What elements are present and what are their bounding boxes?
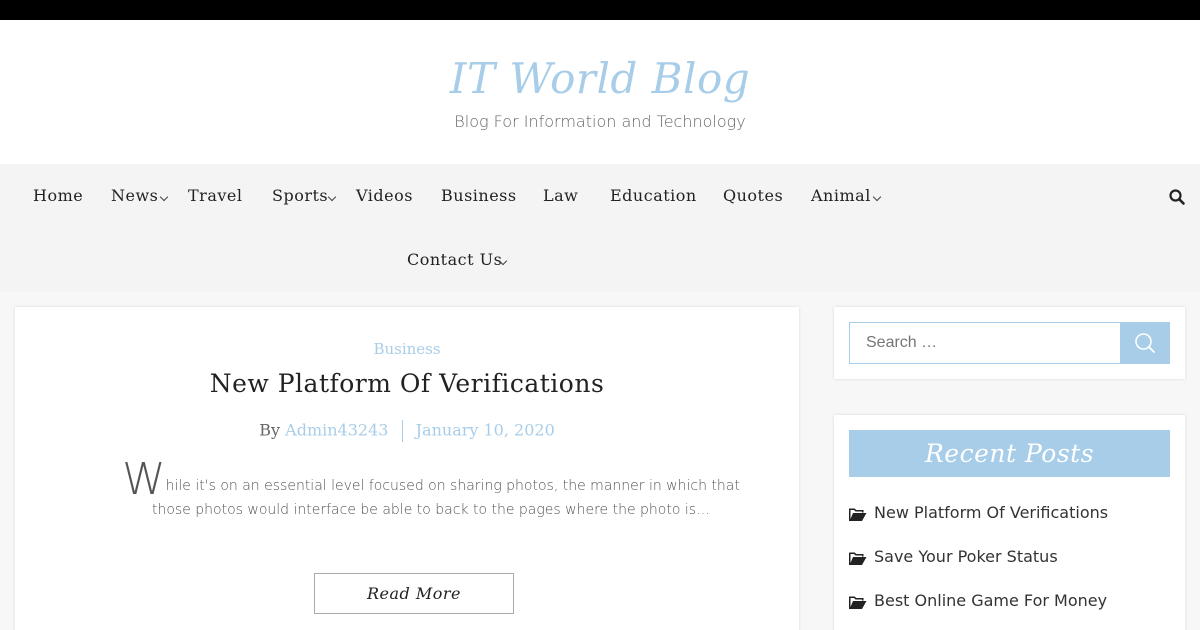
nav-item-animal[interactable]: Animal — [811, 186, 871, 205]
nav-item-sports[interactable]: Sports — [272, 186, 328, 205]
site-header: IT World Blog Blog For Information and T… — [0, 20, 1200, 164]
folder-open-icon — [849, 596, 867, 609]
post-excerpt: While it's on an essential level focused… — [111, 458, 751, 521]
folder-open-icon — [849, 508, 867, 521]
post-meta: By Admin43243 January 10, 2020 — [15, 420, 799, 442]
nav-item-travel[interactable]: Travel — [188, 186, 242, 205]
post-title[interactable]: New Platform Of Verifications — [15, 369, 799, 398]
site-title[interactable]: IT World Blog — [0, 54, 1200, 103]
top-bar — [0, 0, 1200, 20]
post-by-label: By — [259, 420, 281, 440]
meta-divider — [401, 420, 403, 442]
search-icon — [1135, 333, 1155, 353]
recent-posts-widget: Recent Posts New Platform Of Verificatio… — [834, 415, 1185, 630]
post-category-link[interactable]: Business — [15, 340, 799, 358]
site-tagline: Blog For Information and Technology — [454, 112, 746, 131]
search-button[interactable] — [1120, 322, 1170, 364]
excerpt-dropcap: W — [122, 454, 166, 505]
recent-post-title[interactable]: New Platform Of Verifications — [874, 503, 1108, 522]
read-more-button[interactable]: Read More — [314, 573, 514, 614]
post-card: Business New Platform Of Verifications B… — [15, 307, 799, 630]
recent-post-title[interactable]: Best Online Game For Money — [874, 591, 1107, 610]
chevron-down-icon[interactable] — [159, 192, 169, 202]
search-input[interactable] — [849, 322, 1121, 364]
excerpt-text: hile it's on an essential level focused … — [151, 478, 740, 518]
nav-item-videos[interactable]: Videos — [356, 186, 413, 205]
search-icon[interactable] — [1168, 188, 1186, 206]
nav-item-news[interactable]: News — [111, 186, 158, 205]
post-author-link[interactable]: Admin43243 — [285, 421, 388, 440]
search-widget — [834, 307, 1185, 379]
recent-post-title[interactable]: Save Your Poker Status — [874, 547, 1058, 566]
post-date-link[interactable]: January 10, 2020 — [416, 421, 555, 440]
nav-item-education[interactable]: Education — [610, 186, 697, 205]
nav-item-contact-us[interactable]: Contact Us — [407, 250, 502, 269]
nav-item-law[interactable]: Law — [543, 186, 578, 205]
chevron-down-icon[interactable] — [872, 192, 882, 202]
nav-item-home[interactable]: Home — [33, 186, 83, 205]
main-navigation: Home News Travel Sports Videos Business … — [0, 164, 1200, 292]
chevron-down-icon[interactable] — [327, 192, 337, 202]
nav-item-quotes[interactable]: Quotes — [723, 186, 783, 205]
nav-item-business[interactable]: Business — [441, 186, 517, 205]
folder-open-icon — [849, 552, 867, 565]
recent-posts-title: Recent Posts — [849, 430, 1170, 477]
